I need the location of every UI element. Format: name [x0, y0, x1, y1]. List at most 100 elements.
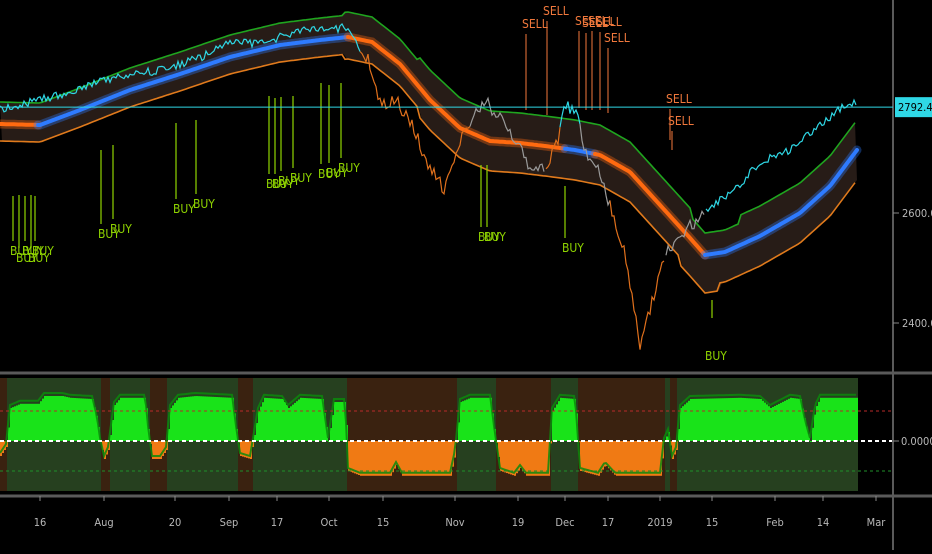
- price-axis-tick-label: 2400.00: [902, 317, 932, 330]
- oscillator-column: [256, 423, 258, 441]
- buy-signal-label: BUY: [32, 244, 54, 258]
- buy-signal-label: BUY: [484, 230, 506, 244]
- oscillator-column: [566, 398, 568, 441]
- oscillator-column: [480, 397, 482, 441]
- oscillator-column: [288, 408, 290, 441]
- oscillator-column: [320, 398, 322, 441]
- oscillator-column: [112, 420, 114, 441]
- oscillator-regime-shade: [238, 378, 253, 491]
- midline-segment-0: [0, 122, 40, 127]
- oscillator-column: [746, 398, 748, 441]
- oscillator-column: [194, 396, 196, 441]
- oscillator-column: [582, 441, 584, 472]
- time-axis-tick-label: Oct: [320, 516, 337, 529]
- oscillator-column: [218, 397, 220, 441]
- oscillator-column: [290, 406, 292, 441]
- oscillator-column: [850, 397, 852, 441]
- oscillator-column: [554, 407, 556, 441]
- oscillator-column: [52, 396, 54, 441]
- buy-signal-label: BUY: [705, 349, 727, 363]
- oscillator-column: [770, 408, 772, 441]
- oscillator-column: [278, 398, 280, 441]
- time-axis-tick-label: 15: [706, 516, 719, 529]
- oscillator-column: [690, 399, 692, 441]
- oscillator-column: [62, 396, 64, 441]
- oscillator-column: [424, 441, 426, 476]
- oscillator-column: [226, 397, 228, 441]
- oscillator-column: [712, 398, 714, 441]
- oscillator-column: [764, 402, 766, 441]
- oscillator-column: [184, 397, 186, 441]
- oscillator-column: [760, 399, 762, 441]
- oscillator-column: [120, 397, 122, 441]
- oscillator-column: [462, 401, 464, 441]
- oscillator-column: [72, 397, 74, 441]
- oscillator-column: [568, 398, 570, 441]
- oscillator-column: [78, 398, 80, 441]
- oscillator-column: [442, 441, 444, 476]
- time-axis-tick-label: Sep: [220, 516, 239, 529]
- oscillator-column: [796, 398, 798, 441]
- oscillator-column: [468, 398, 470, 441]
- oscillator-column: [330, 428, 332, 441]
- oscillator-column: [198, 396, 200, 441]
- oscillator-column: [334, 402, 336, 441]
- oscillator-column: [460, 402, 462, 441]
- oscillator-column: [686, 402, 688, 441]
- oscillator-column: [192, 396, 194, 441]
- oscillator-column: [798, 398, 800, 441]
- price-panel[interactable]: [0, 0, 893, 370]
- oscillator-column: [852, 397, 854, 441]
- oscillator-column: [272, 398, 274, 441]
- time-axis-tick-label: 15: [377, 516, 390, 529]
- oscillator-column: [592, 441, 594, 475]
- oscillator-column: [742, 397, 744, 441]
- oscillator-column: [692, 398, 694, 441]
- oscillator-column: [188, 396, 190, 441]
- oscillator-column: [694, 398, 696, 441]
- oscillator-column: [786, 399, 788, 441]
- oscillator-column: [824, 397, 826, 441]
- oscillator-column: [370, 441, 372, 476]
- oscillator-column: [270, 398, 272, 441]
- oscillator-column: [614, 441, 616, 475]
- price-plot-area: [0, 0, 893, 370]
- oscillator-column: [778, 403, 780, 441]
- oscillator-column: [838, 397, 840, 441]
- oscillator-column: [128, 397, 130, 441]
- oscillator-column: [74, 398, 76, 441]
- oscillator-column: [570, 398, 572, 441]
- oscillator-column: [336, 402, 338, 441]
- oscillator-column: [730, 398, 732, 441]
- oscillator-column: [38, 403, 40, 441]
- oscillator-column: [34, 403, 36, 441]
- oscillator-column: [260, 406, 262, 441]
- oscillator-column: [222, 397, 224, 441]
- oscillator-column: [616, 441, 618, 476]
- oscillator-column: [706, 398, 708, 441]
- oscillator-column: [832, 397, 834, 441]
- oscillator-column: [338, 402, 340, 441]
- oscillator-column: [464, 400, 466, 441]
- oscillator-column: [298, 399, 300, 441]
- sell-signal-label: SELL: [543, 4, 569, 18]
- oscillator-column: [130, 397, 132, 441]
- oscillator-column: [206, 396, 208, 441]
- time-axis-tick-label: 17: [602, 516, 615, 529]
- oscillator-column: [406, 441, 408, 476]
- time-axis-tick-label: 19: [512, 516, 525, 529]
- chart-root: BUY BUY BUY BUY BUY BUY BUY BUY BUY BUY BUY BUY BUY B…: [0, 0, 932, 550]
- time-axis-tick-label: Aug: [94, 516, 113, 529]
- oscillator-column: [758, 398, 760, 441]
- oscillator-column: [840, 397, 842, 441]
- oscillator-column: [728, 398, 730, 441]
- oscillator-column: [208, 396, 210, 441]
- oscillator-column: [114, 405, 116, 441]
- oscillator-column: [282, 399, 284, 441]
- oscillator-column: [56, 396, 58, 441]
- oscillator-column: [682, 406, 684, 441]
- oscillator-column: [136, 397, 138, 441]
- oscillator-column: [466, 399, 468, 441]
- buy-signal-label: BUY: [338, 161, 360, 175]
- chart-svg[interactable]: BUYBUYBUYBUYBUYBUYBUYBUYBUYBUYBUYBUYBUY B…: [0, 0, 932, 550]
